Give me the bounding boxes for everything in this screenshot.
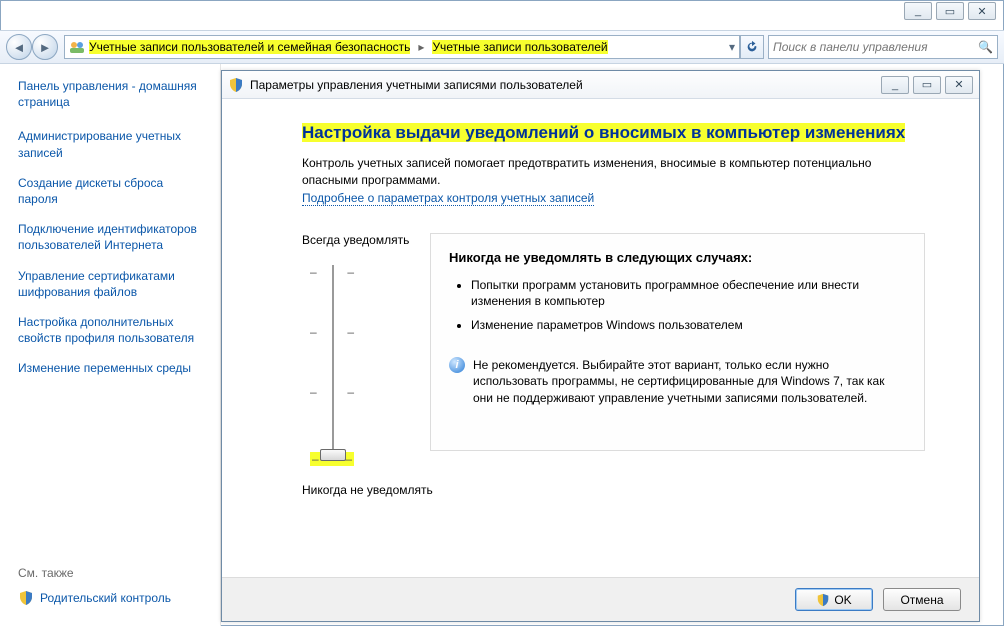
slider-bottom-label: Никогда не уведомлять bbox=[302, 483, 422, 497]
shield-icon bbox=[18, 590, 34, 606]
outer-window-controls: _ ▭ ✕ bbox=[902, 0, 998, 22]
sidebar-task-3[interactable]: Управление сертификатами шифрования файл… bbox=[18, 268, 202, 300]
slider-top-label: Всегда уведомлять bbox=[302, 233, 422, 247]
search-placeholder: Поиск в панели управления bbox=[773, 40, 928, 54]
info-icon: i bbox=[449, 357, 465, 373]
sub-minimize-button[interactable]: _ bbox=[881, 76, 909, 94]
search-input[interactable]: Поиск в панели управления 🔍 bbox=[768, 35, 998, 59]
parental-control-link[interactable]: Родительский контроль bbox=[18, 590, 171, 606]
uac-settings-window: Параметры управления учетными записями п… bbox=[221, 70, 980, 622]
cancel-button[interactable]: Отмена bbox=[883, 588, 961, 611]
uac-slider[interactable]: –– –– –– –– bbox=[302, 255, 362, 475]
detail-note: Не рекомендуется. Выбирайте этот вариант… bbox=[473, 357, 906, 406]
close-button[interactable]: ✕ bbox=[968, 2, 996, 20]
sub-close-button[interactable]: ✕ bbox=[945, 76, 973, 94]
maximize-button[interactable]: ▭ bbox=[936, 2, 964, 20]
back-button[interactable]: ◄ bbox=[6, 34, 32, 60]
sidebar-task-1[interactable]: Создание дискеты сброса пароля bbox=[18, 175, 202, 207]
search-icon[interactable]: 🔍 bbox=[978, 40, 993, 54]
breadcrumb-chevron-icon: ▸ bbox=[414, 40, 428, 54]
user-accounts-icon bbox=[69, 39, 85, 55]
address-toolbar: ◄ ► Учетные записи пользователей и семей… bbox=[0, 30, 1004, 64]
sidebar-task-5[interactable]: Изменение переменных среды bbox=[18, 360, 202, 376]
breadcrumb-segment-2[interactable]: Учетные записи пользователей bbox=[432, 40, 607, 54]
shield-icon bbox=[228, 77, 244, 93]
sidebar-task-4[interactable]: Настройка дополнительных свойств профиля… bbox=[18, 314, 202, 346]
subwindow-titlebar: Параметры управления учетными записями п… bbox=[222, 71, 979, 99]
slider-thumb[interactable] bbox=[320, 449, 346, 461]
page-description: Контроль учетных записей помогает предот… bbox=[302, 155, 925, 189]
sidebar-task-0[interactable]: Администрирование учетных записей bbox=[18, 128, 202, 160]
breadcrumb-segment-1[interactable]: Учетные записи пользователей и семейная … bbox=[89, 40, 410, 54]
dialog-button-row: OK Отмена bbox=[222, 577, 979, 621]
sidebar: Панель управления - домашняя страница Ад… bbox=[0, 64, 221, 626]
slider-description-panel: Никогда не уведомлять в следующих случая… bbox=[430, 233, 925, 451]
learn-more-link[interactable]: Подробнее о параметрах контроля учетных … bbox=[302, 191, 594, 206]
forward-button[interactable]: ► bbox=[32, 34, 58, 60]
page-heading: Настройка выдачи уведомлений о вносимых … bbox=[302, 123, 905, 142]
breadcrumb-dropdown-icon[interactable]: ▾ bbox=[729, 40, 735, 54]
subwindow-title: Параметры управления учетными записями п… bbox=[250, 78, 583, 92]
minimize-button[interactable]: _ bbox=[904, 2, 932, 20]
detail-bullet-1: Изменение параметров Windows пользовател… bbox=[471, 317, 906, 333]
ok-button[interactable]: OK bbox=[795, 588, 873, 611]
detail-title: Никогда не уведомлять в следующих случая… bbox=[449, 250, 906, 265]
control-panel-home-link[interactable]: Панель управления - домашняя страница bbox=[18, 78, 202, 110]
sidebar-task-2[interactable]: Подключение идентификаторов пользователе… bbox=[18, 221, 202, 253]
breadcrumb[interactable]: Учетные записи пользователей и семейная … bbox=[64, 35, 740, 59]
sub-maximize-button[interactable]: ▭ bbox=[913, 76, 941, 94]
shield-icon bbox=[816, 593, 830, 607]
refresh-button[interactable] bbox=[740, 35, 764, 59]
detail-bullet-0: Попытки программ установить программное … bbox=[471, 277, 906, 309]
see-also-label: См. также bbox=[18, 566, 171, 580]
